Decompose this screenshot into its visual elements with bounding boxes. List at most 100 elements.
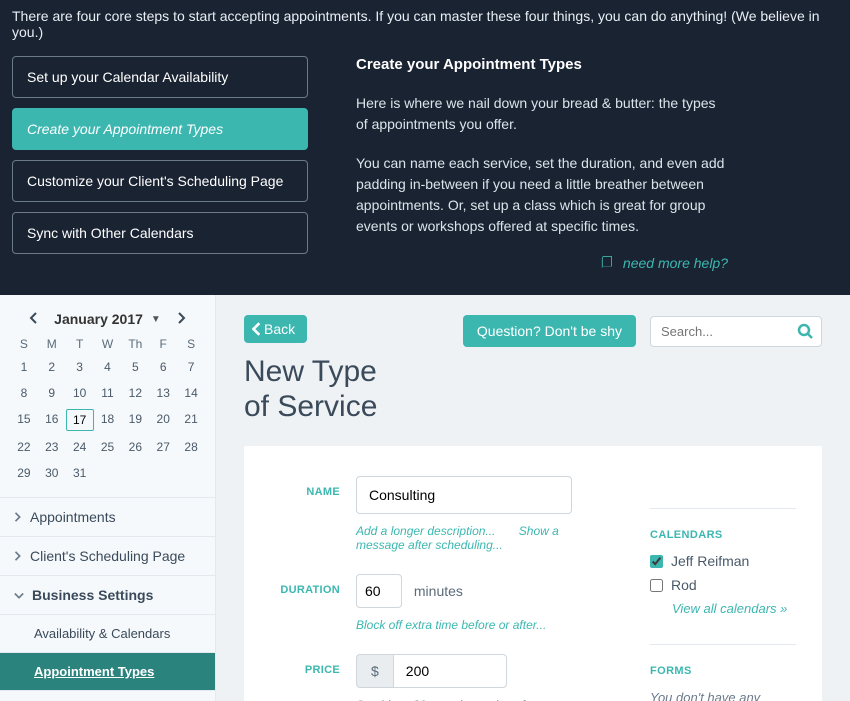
onboarding-banner: There are four core steps to start accep… xyxy=(0,0,850,295)
calendar-day[interactable]: 19 xyxy=(121,409,149,431)
step-calendar-availability[interactable]: Set up your Calendar Availability xyxy=(12,56,308,98)
calendar-day[interactable]: 24 xyxy=(66,437,94,457)
name-label: NAME xyxy=(270,476,356,498)
need-help-link[interactable]: need more help? xyxy=(356,255,728,271)
calendar-day[interactable]: 7 xyxy=(177,357,205,377)
sidebar-item-appointments[interactable]: Appointments xyxy=(0,497,215,536)
sidebar-item-business-settings[interactable]: Business Settings xyxy=(0,575,215,614)
calendar-day[interactable]: 30 xyxy=(38,463,66,483)
main-area: January 2017 ▼ SMTWThFS12345678910111213… xyxy=(0,295,850,701)
info-column: Create your Appointment Types Here is wh… xyxy=(356,56,838,271)
calendar-title[interactable]: January 2017 ▼ xyxy=(54,311,161,327)
price-label: PRICE xyxy=(270,654,356,676)
calendar-dow: F xyxy=(149,337,177,351)
calendar-day[interactable]: 11 xyxy=(94,383,122,403)
step-scheduling-page[interactable]: Customize your Client's Scheduling Page xyxy=(12,160,308,202)
calendar-prev-icon[interactable] xyxy=(28,311,38,327)
calendar-day[interactable]: 9 xyxy=(38,383,66,403)
form-row-price: PRICE $ Set this to $0 to omit mention o… xyxy=(270,654,610,701)
sidebar-item-scheduling-page[interactable]: Client's Scheduling Page xyxy=(0,536,215,575)
name-input[interactable] xyxy=(356,476,572,514)
chevron-down-icon xyxy=(14,587,24,603)
sidebar-sub-availability[interactable]: Availability & Calendars xyxy=(0,614,215,652)
calendar-day[interactable]: 2 xyxy=(38,357,66,377)
view-all-calendars-link[interactable]: View all calendars » xyxy=(672,601,796,616)
sidebar-item-label: Client's Scheduling Page xyxy=(30,548,185,564)
calendar-day[interactable]: 21 xyxy=(177,409,205,431)
calendar-day[interactable]: 5 xyxy=(121,357,149,377)
sidebar-sub-intake-forms[interactable]: Intake Form Questions xyxy=(0,690,215,701)
chevron-right-icon xyxy=(14,509,22,525)
page-title: New Type of Service xyxy=(216,355,850,446)
calendar-dow: Th xyxy=(121,337,149,351)
calendar-day[interactable]: 3 xyxy=(66,357,94,377)
calendar-grid: SMTWThFS12345678910111213141516171819202… xyxy=(10,337,205,483)
sidebar: January 2017 ▼ SMTWThFS12345678910111213… xyxy=(0,295,216,701)
duration-label: DURATION xyxy=(270,574,356,596)
block-time-link[interactable]: Block off extra time before or after... xyxy=(356,618,546,632)
divider xyxy=(650,644,796,645)
calendar-dow: W xyxy=(94,337,122,351)
checkbox[interactable] xyxy=(650,555,663,568)
sub-items: Availability & Calendars Appointment Typ… xyxy=(0,614,215,701)
chevron-down-icon: ▼ xyxy=(151,314,161,325)
calendar-day[interactable]: 16 xyxy=(38,409,66,431)
calendars-section-label: CALENDARS xyxy=(650,529,796,541)
calendar-day xyxy=(121,463,149,483)
steps-column: Set up your Calendar Availability Create… xyxy=(12,56,308,271)
calendar-day[interactable]: 27 xyxy=(149,437,177,457)
calendar-day[interactable]: 4 xyxy=(94,357,122,377)
calendar-day[interactable]: 13 xyxy=(149,383,177,403)
content-header: Back Question? Don't be shy xyxy=(216,295,850,355)
calendar-day[interactable]: 1 xyxy=(10,357,38,377)
calendar-day[interactable]: 20 xyxy=(149,409,177,431)
calendar-day[interactable]: 12 xyxy=(121,383,149,403)
calendar-day[interactable]: 8 xyxy=(10,383,38,403)
step-appointment-types[interactable]: Create your Appointment Types xyxy=(12,108,308,150)
calendar-day[interactable]: 14 xyxy=(177,383,205,403)
duration-input[interactable] xyxy=(356,574,402,608)
calendar-day[interactable]: 10 xyxy=(66,383,94,403)
forms-text: You don't have any intake forms for clie… xyxy=(650,689,796,701)
calendar-day[interactable]: 23 xyxy=(38,437,66,457)
form-row-duration: DURATION minutes Block off extra time be… xyxy=(270,574,610,650)
calendar-day[interactable]: 22 xyxy=(10,437,38,457)
calendar-day[interactable]: 18 xyxy=(94,409,122,431)
duration-unit: minutes xyxy=(414,583,463,599)
duration-hint: Block off extra time before or after... xyxy=(356,618,610,632)
calendar-day[interactable]: 28 xyxy=(177,437,205,457)
calendar-day[interactable]: 15 xyxy=(10,409,38,431)
calendar-next-icon[interactable] xyxy=(177,311,187,327)
header-right: Question? Don't be shy xyxy=(463,315,822,347)
calendar-dow: S xyxy=(10,337,38,351)
calendar-day xyxy=(149,463,177,483)
calendar-day[interactable]: 17 xyxy=(66,409,94,431)
calendar-day xyxy=(94,463,122,483)
forms-section-label: FORMS xyxy=(650,665,796,677)
step-sync-calendars[interactable]: Sync with Other Calendars xyxy=(12,212,308,254)
calendar-day[interactable]: 26 xyxy=(121,437,149,457)
intro-text: There are four core steps to start accep… xyxy=(12,0,838,56)
calendar-day[interactable]: 25 xyxy=(94,437,122,457)
question-button[interactable]: Question? Don't be shy xyxy=(463,315,636,347)
sidebar-sub-appointment-types[interactable]: Appointment Types xyxy=(0,652,215,690)
calendar-day[interactable]: 31 xyxy=(66,463,94,483)
search-icon[interactable] xyxy=(796,322,814,345)
book-icon xyxy=(601,256,615,270)
info-title: Create your Appointment Types xyxy=(356,56,728,73)
calendar-dow: T xyxy=(66,337,94,351)
calendar-day[interactable]: 29 xyxy=(10,463,38,483)
back-button[interactable]: Back xyxy=(244,315,307,343)
info-para-2: You can name each service, set the durat… xyxy=(356,153,728,237)
calendar-checkbox-2[interactable]: Rod xyxy=(650,577,796,593)
form-right: CALENDARS Jeff Reifman Rod View all cale… xyxy=(610,476,796,701)
add-description-link[interactable]: Add a longer description... xyxy=(356,524,495,538)
price-input[interactable] xyxy=(393,654,507,688)
calendar-widget: January 2017 ▼ SMTWThFS12345678910111213… xyxy=(0,295,215,497)
chevron-right-icon xyxy=(14,548,22,564)
calendar-day[interactable]: 6 xyxy=(149,357,177,377)
checkbox[interactable] xyxy=(650,579,663,592)
divider xyxy=(650,508,796,509)
name-hint: Add a longer description... Show a messa… xyxy=(356,524,610,552)
calendar-checkbox-1[interactable]: Jeff Reifman xyxy=(650,553,796,569)
